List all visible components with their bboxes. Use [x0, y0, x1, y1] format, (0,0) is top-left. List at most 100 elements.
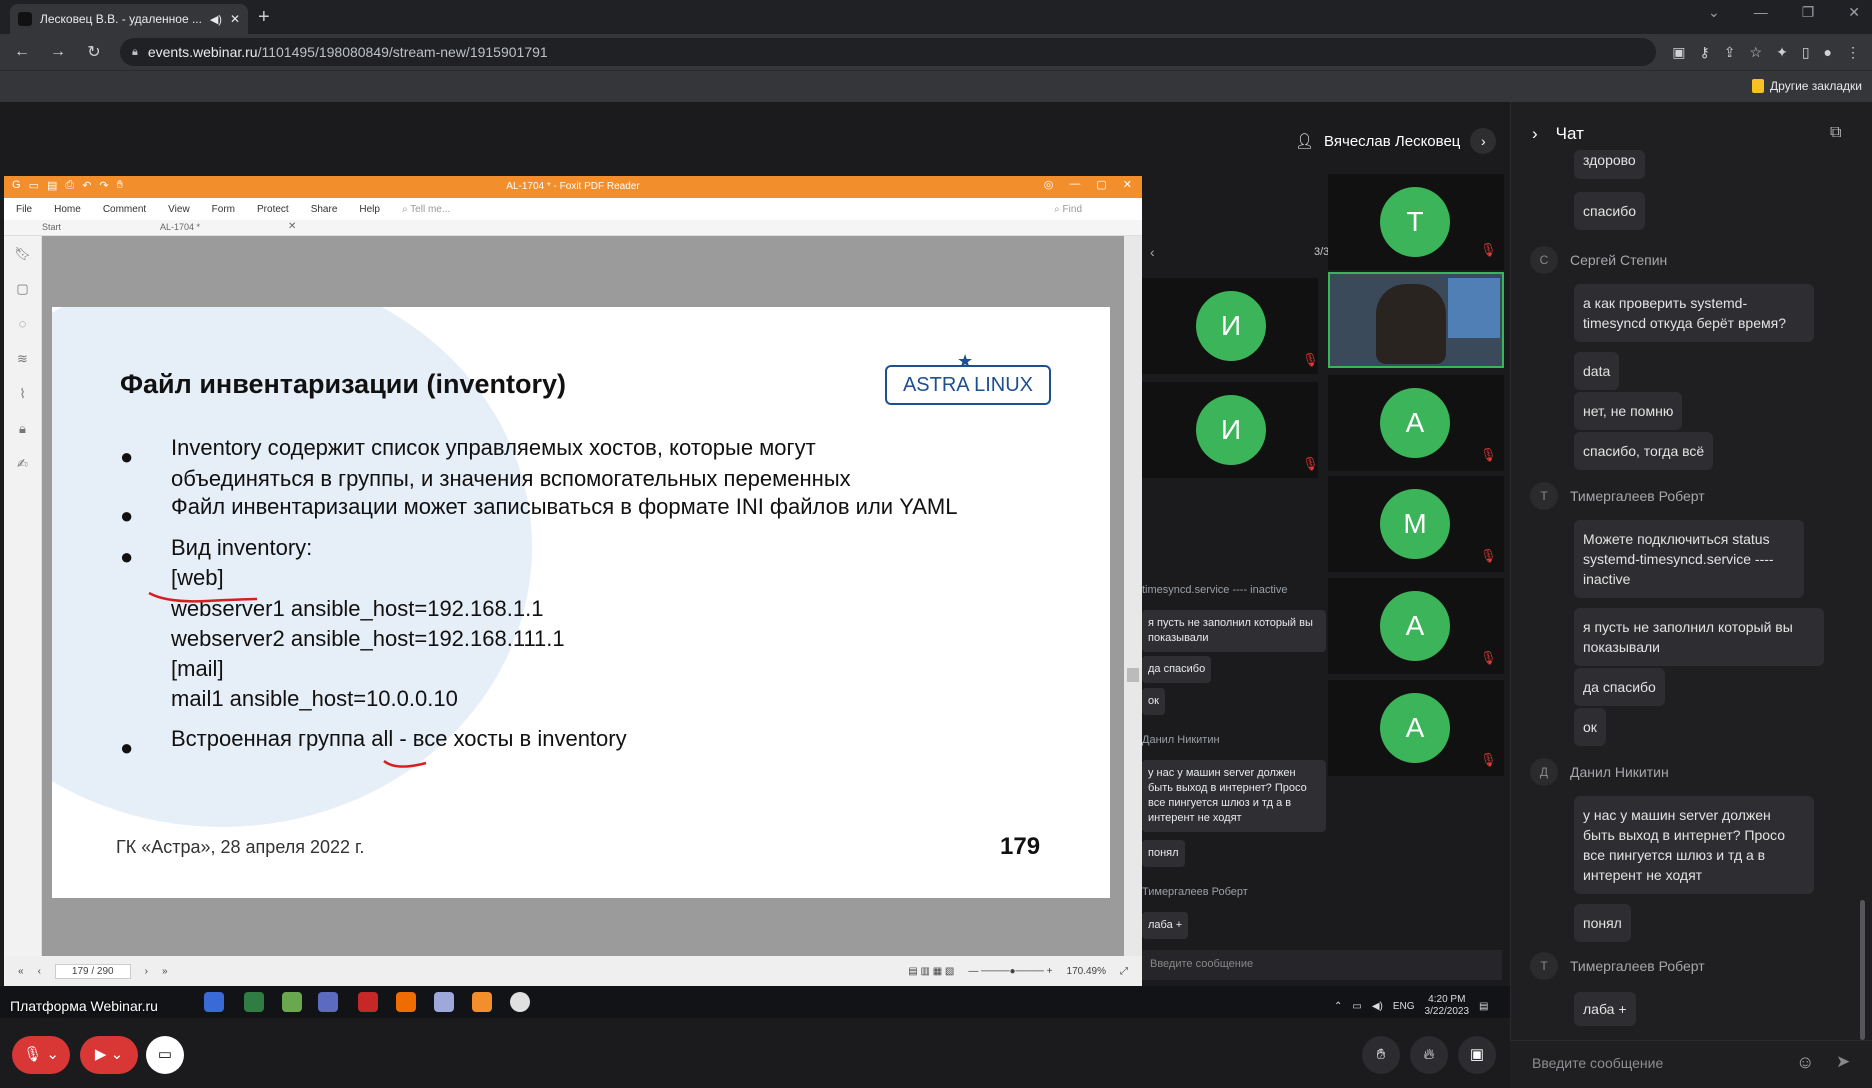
find-field[interactable]: ⌕ Find [1054, 204, 1082, 215]
raise-hand-button[interactable]: ✋︎ [1362, 1036, 1400, 1074]
mic-toggle-button[interactable]: 🎙︎ ⌄ [12, 1036, 70, 1074]
foxit-scrollbar[interactable] [1124, 236, 1142, 956]
tab-start[interactable]: Start [42, 222, 61, 232]
taskbar-app-icon[interactable] [472, 992, 492, 1012]
taskbar-app-icon[interactable] [358, 992, 378, 1012]
chevron-left-icon[interactable]: ‹ [1150, 244, 1155, 260]
fullscreen-icon[interactable]: ⤢ [1120, 966, 1128, 977]
other-bookmarks[interactable]: Другие закладки [1752, 79, 1862, 93]
menu-view[interactable]: View [168, 204, 190, 215]
layout-button[interactable]: ▣ [1458, 1036, 1496, 1074]
profile-icon[interactable]: ● [1824, 44, 1832, 61]
participant-tile[interactable]: M 🎙︎ [1328, 476, 1504, 572]
browser-tab[interactable]: Лесковец В.В. - удаленное ... ◀) ✕ [10, 4, 248, 34]
presenter-bar[interactable]: 👤︎ Вячеслав Лесковец › [1295, 128, 1497, 154]
account-icon[interactable]: ◎ [1044, 178, 1054, 191]
chat-scrollbar[interactable] [1860, 900, 1865, 1040]
open-icon[interactable]: ▭ [29, 179, 39, 192]
taskbar-app-icon[interactable] [282, 992, 302, 1012]
tray-chevron-icon[interactable]: ⌃ [1334, 1001, 1342, 1012]
taskbar-app-icon[interactable] [204, 992, 224, 1012]
layers-icon[interactable]: ≋ [4, 341, 41, 376]
reactions-button[interactable]: 🔥︎ [1410, 1036, 1448, 1074]
view-mode-icon[interactable]: ▤ ▥ ▦ ▧ [908, 966, 954, 977]
kebab-menu-icon[interactable]: ⋮ [1846, 44, 1860, 61]
share-icon[interactable]: ⇪ [1724, 44, 1736, 61]
close-doc-tab-icon[interactable]: ✕ [288, 221, 296, 232]
close-window-icon[interactable]: ✕ [1848, 4, 1860, 21]
zoom-level[interactable]: 170.49% [1067, 966, 1106, 977]
chevron-right-icon[interactable]: › [1470, 128, 1497, 154]
save-icon[interactable]: ▤ [47, 179, 57, 192]
taskbar-app-icon[interactable] [244, 992, 264, 1012]
collapse-chevron-icon[interactable]: › [1532, 124, 1538, 144]
chat-input[interactable]: Введите сообщение [1532, 1055, 1663, 1071]
forward-arrow-icon[interactable]: → [48, 43, 68, 61]
sidepanel-icon[interactable]: ▯ [1802, 44, 1810, 61]
restore-icon[interactable]: ▢ [1096, 178, 1106, 191]
comments-icon[interactable]: ◌ [4, 306, 41, 341]
restore-icon[interactable]: ❐ [1802, 4, 1815, 21]
emoji-icon[interactable]: ☺ [1796, 1052, 1814, 1073]
tab-document[interactable]: AL-1704 * [160, 222, 200, 232]
taskbar-app-icon[interactable] [396, 992, 416, 1012]
security-icon[interactable]: 🔒︎ [4, 411, 41, 446]
screen-share-button[interactable]: ▭ [146, 1036, 184, 1074]
signature-icon[interactable]: ✍︎ [4, 446, 41, 481]
first-page-icon[interactable]: « [18, 966, 24, 977]
taskbar-app-icon[interactable] [434, 992, 454, 1012]
chevron-down-icon[interactable]: ⌄ [1708, 4, 1720, 21]
taskbar-app-icon[interactable] [510, 992, 530, 1012]
key-icon[interactable]: ⚷ [1700, 44, 1710, 61]
pages-icon[interactable]: ▢ [4, 271, 41, 306]
close-tab-icon[interactable]: ✕ [230, 12, 240, 26]
close-icon[interactable]: ✕ [1123, 178, 1132, 191]
speaker-icon[interactable]: ◀) [210, 13, 222, 26]
minimize-icon[interactable]: — [1754, 4, 1768, 21]
participant-tile[interactable]: A 🎙︎ [1328, 680, 1504, 776]
menu-protect[interactable]: Protect [257, 204, 289, 215]
participant-tile[interactable]: T 🎙︎ [1328, 174, 1504, 270]
hand-tool-icon[interactable]: ✋︎ [117, 179, 123, 192]
menu-file[interactable]: File [16, 204, 32, 215]
participant-tile[interactable]: A 🎙︎ [1328, 578, 1504, 674]
participant-tile[interactable]: И 🎙︎ [1142, 278, 1319, 374]
system-tray: ⌃ ▭ ◀) ENG 4:20 PM 3/22/2023 ▤ [1334, 994, 1489, 1018]
clock[interactable]: 4:20 PM 3/22/2023 [1425, 994, 1470, 1018]
attachment-icon[interactable]: ⌇ [4, 376, 41, 411]
page-indicator[interactable]: 179 / 290 [54, 963, 131, 979]
tell-me-field[interactable]: ⌕ Tell me... [402, 204, 450, 215]
print-icon[interactable]: ⎙ [65, 179, 74, 192]
presenter-video-tile[interactable] [1328, 272, 1504, 368]
minimize-icon[interactable]: — [1069, 178, 1080, 191]
menu-home[interactable]: Home [54, 204, 81, 215]
camera-icon[interactable]: ▣ [1672, 44, 1685, 61]
undo-icon[interactable]: ↶ [82, 179, 91, 192]
menu-comment[interactable]: Comment [103, 204, 146, 215]
bookmark-icon[interactable]: 🔖︎ [4, 236, 41, 271]
next-page-icon[interactable]: › [145, 966, 148, 977]
send-icon[interactable]: ➤ [1836, 1052, 1850, 1072]
participant-tile[interactable]: И 🎙︎ [1142, 382, 1319, 478]
star-icon[interactable]: ☆ [1750, 44, 1763, 61]
url-field[interactable]: 🔒︎ events.webinar.ru/1101495/198080849/s… [120, 38, 1657, 66]
last-page-icon[interactable]: » [162, 966, 168, 977]
other-bookmarks-label: Другие закладки [1770, 79, 1862, 93]
popout-icon[interactable]: ⧉ [1830, 124, 1841, 142]
mini-chat-input[interactable]: Введите сообщение [1142, 950, 1502, 980]
zoom-slider[interactable]: — ────●──── + [968, 966, 1052, 977]
menu-form[interactable]: Form [212, 204, 235, 215]
menu-help[interactable]: Help [359, 204, 380, 215]
prev-page-icon[interactable]: ‹ [38, 966, 41, 977]
input-language[interactable]: ENG [1393, 1001, 1415, 1012]
back-arrow-icon[interactable]: ← [12, 43, 32, 61]
notification-icon[interactable]: ▤ [1479, 1001, 1488, 1012]
new-tab-button[interactable]: + [258, 6, 270, 29]
puzzle-icon[interactable]: ✦ [1776, 44, 1788, 61]
redo-icon[interactable]: ↷ [99, 179, 108, 192]
taskbar-app-icon[interactable] [318, 992, 338, 1012]
camera-toggle-button[interactable]: ▶︎ ⌄ [80, 1036, 138, 1074]
reload-icon[interactable]: ↻ [84, 42, 104, 62]
participant-tile[interactable]: A 🎙︎ [1328, 375, 1504, 471]
menu-share[interactable]: Share [311, 204, 338, 215]
